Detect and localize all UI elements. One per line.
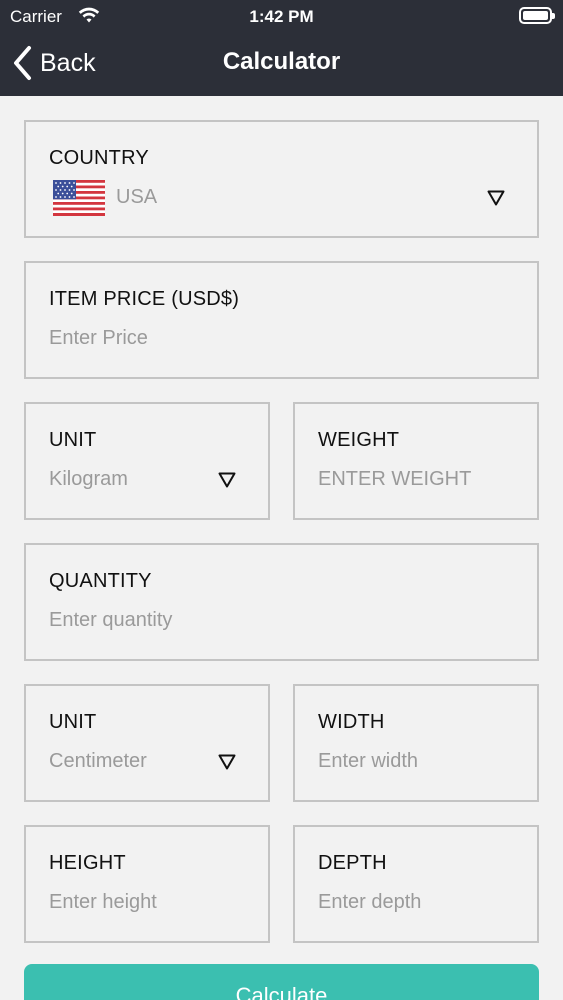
item-price-label: ITEM PRICE (USD$) xyxy=(49,288,240,310)
clock: 1:42 PM xyxy=(249,7,314,26)
quantity-input[interactable] xyxy=(49,609,458,632)
battery-icon xyxy=(519,7,555,24)
width-input[interactable] xyxy=(318,750,512,773)
weight-unit-label: UNIT xyxy=(49,429,97,451)
dropdown-triangle-icon xyxy=(218,472,236,488)
height-field: HEIGHT xyxy=(24,825,270,943)
us-flag-icon xyxy=(53,180,105,216)
width-field: WIDTH xyxy=(293,684,539,802)
item-price-field: ITEM PRICE (USD$) xyxy=(24,261,539,379)
depth-field: DEPTH xyxy=(293,825,539,943)
weight-field: WEIGHT xyxy=(293,402,539,520)
height-input[interactable] xyxy=(49,891,243,914)
country-label: COUNTRY xyxy=(49,147,149,169)
weight-input[interactable] xyxy=(318,468,512,491)
height-label: HEIGHT xyxy=(49,852,126,874)
dimension-unit-value: Centimeter xyxy=(49,750,147,772)
country-select[interactable]: COUNTRY USA xyxy=(24,120,539,238)
depth-label: DEPTH xyxy=(318,852,387,874)
width-label: WIDTH xyxy=(318,711,385,733)
page-title: Calculator xyxy=(222,48,341,75)
weight-unit-select[interactable]: UNIT Kilogram xyxy=(24,402,270,520)
dimension-unit-select[interactable]: UNIT Centimeter xyxy=(24,684,270,802)
nav-header: Carrier 1:42 PM Back Calculator xyxy=(0,0,563,96)
weight-unit-value: Kilogram xyxy=(49,468,128,490)
status-bar: Carrier 1:42 PM xyxy=(0,0,563,32)
depth-input[interactable] xyxy=(318,891,512,914)
item-price-input[interactable] xyxy=(49,327,458,350)
weight-label: WEIGHT xyxy=(318,429,400,451)
calculate-button[interactable]: Calculate xyxy=(24,964,539,1000)
quantity-field: QUANTITY xyxy=(24,543,539,661)
dropdown-triangle-icon xyxy=(487,190,505,206)
dimension-unit-label: UNIT xyxy=(49,711,97,733)
dropdown-triangle-icon xyxy=(218,754,236,770)
quantity-label: QUANTITY xyxy=(49,570,152,592)
country-value: USA xyxy=(116,186,158,208)
